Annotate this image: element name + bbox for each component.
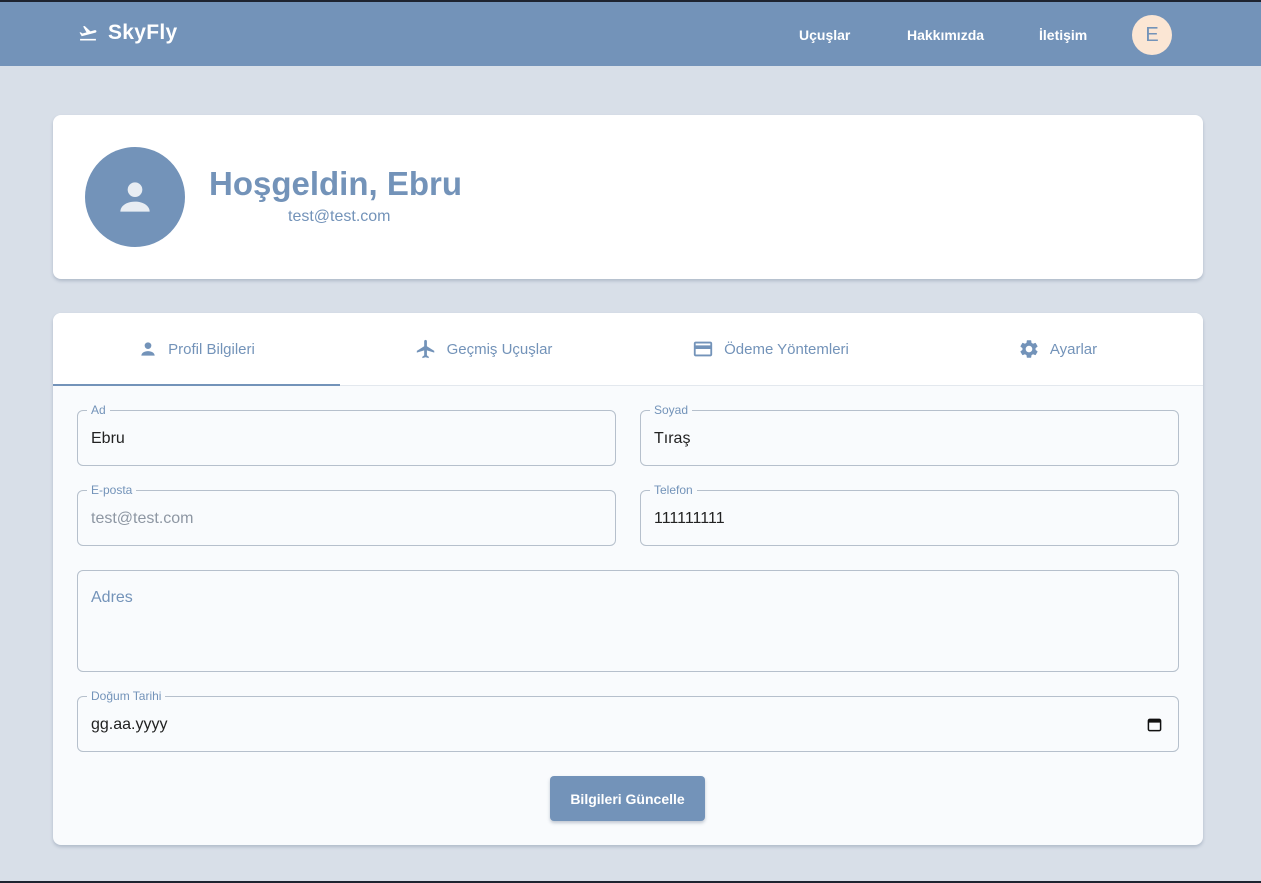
phone-field[interactable]: Telefon 111111111 bbox=[640, 483, 1179, 546]
brand-logo[interactable]: SkyFly bbox=[77, 21, 178, 45]
avatar-initial: E bbox=[1145, 23, 1159, 46]
calendar-icon[interactable] bbox=[1147, 717, 1162, 732]
first-name-field[interactable]: Ad Ebru bbox=[77, 403, 616, 466]
profile-avatar bbox=[85, 147, 185, 247]
email-field[interactable]: E-posta test@test.com bbox=[77, 483, 616, 546]
phone-label: Telefon bbox=[650, 483, 697, 497]
update-info-button[interactable]: Bilgileri Güncelle bbox=[550, 776, 705, 821]
airplane-takeoff-icon bbox=[79, 25, 97, 41]
brand-name: SkyFly bbox=[108, 21, 178, 44]
nav-link-about[interactable]: Hakkımızda bbox=[907, 27, 984, 43]
first-name-value: Ebru bbox=[91, 430, 125, 447]
birth-date-label: Doğum Tarihi bbox=[87, 689, 166, 703]
birth-date-field[interactable]: Doğum Tarihi gg.aa.yyyy bbox=[77, 689, 1179, 752]
active-tab-indicator bbox=[53, 384, 340, 386]
email-value: test@test.com bbox=[91, 510, 194, 527]
first-name-label: Ad bbox=[87, 403, 110, 417]
tab-settings[interactable]: Ayarlar bbox=[914, 313, 1201, 385]
credit-card-icon bbox=[693, 341, 713, 357]
tab-bar: Profil Bilgileri Geçmiş Uçuşlar Ödeme Yö… bbox=[53, 313, 1203, 386]
person-icon bbox=[120, 182, 150, 212]
address-placeholder: Adres bbox=[91, 589, 133, 606]
tab-payment-methods[interactable]: Ödeme Yöntemleri bbox=[627, 313, 914, 385]
tab-label: Ayarlar bbox=[1049, 340, 1098, 358]
email-label: E-posta bbox=[87, 483, 137, 497]
profile-header-card: Hoşgeldin, Ebru test@test.com bbox=[53, 115, 1203, 279]
top-navbar: SkyFly Uçuşlar Hakkımızda İletişim E bbox=[0, 2, 1261, 66]
address-textarea[interactable]: Adres bbox=[77, 570, 1179, 672]
nav-link-flights[interactable]: Uçuşlar bbox=[799, 27, 850, 43]
profile-email: test@test.com bbox=[288, 208, 391, 225]
last-name-field[interactable]: Soyad Tıraş bbox=[640, 403, 1179, 466]
last-name-value: Tıraş bbox=[654, 430, 691, 447]
tab-label: Profil Bilgileri bbox=[168, 340, 255, 358]
profile-tabs-card: Profil Bilgileri Geçmiş Uçuşlar Ödeme Yö… bbox=[53, 313, 1203, 845]
user-avatar-button[interactable]: E bbox=[1132, 15, 1172, 55]
tab-label: Geçmiş Uçuşlar bbox=[446, 340, 553, 358]
airplane-icon bbox=[416, 339, 434, 359]
gear-icon bbox=[1020, 340, 1038, 358]
nav-link-contact[interactable]: İletişim bbox=[1039, 27, 1087, 43]
tab-label: Ödeme Yöntemleri bbox=[724, 340, 849, 358]
last-name-label: Soyad bbox=[650, 403, 693, 417]
welcome-heading: Hoşgeldin, Ebru bbox=[209, 165, 463, 202]
phone-value: 111111111 bbox=[654, 510, 725, 527]
birth-date-value: gg.aa.yyyy bbox=[91, 716, 168, 733]
tab-profile-info[interactable]: Profil Bilgileri bbox=[53, 313, 340, 385]
person-icon bbox=[141, 342, 155, 356]
tab-past-flights[interactable]: Geçmiş Uçuşlar bbox=[340, 313, 627, 385]
update-info-label: Bilgileri Güncelle bbox=[570, 790, 685, 807]
